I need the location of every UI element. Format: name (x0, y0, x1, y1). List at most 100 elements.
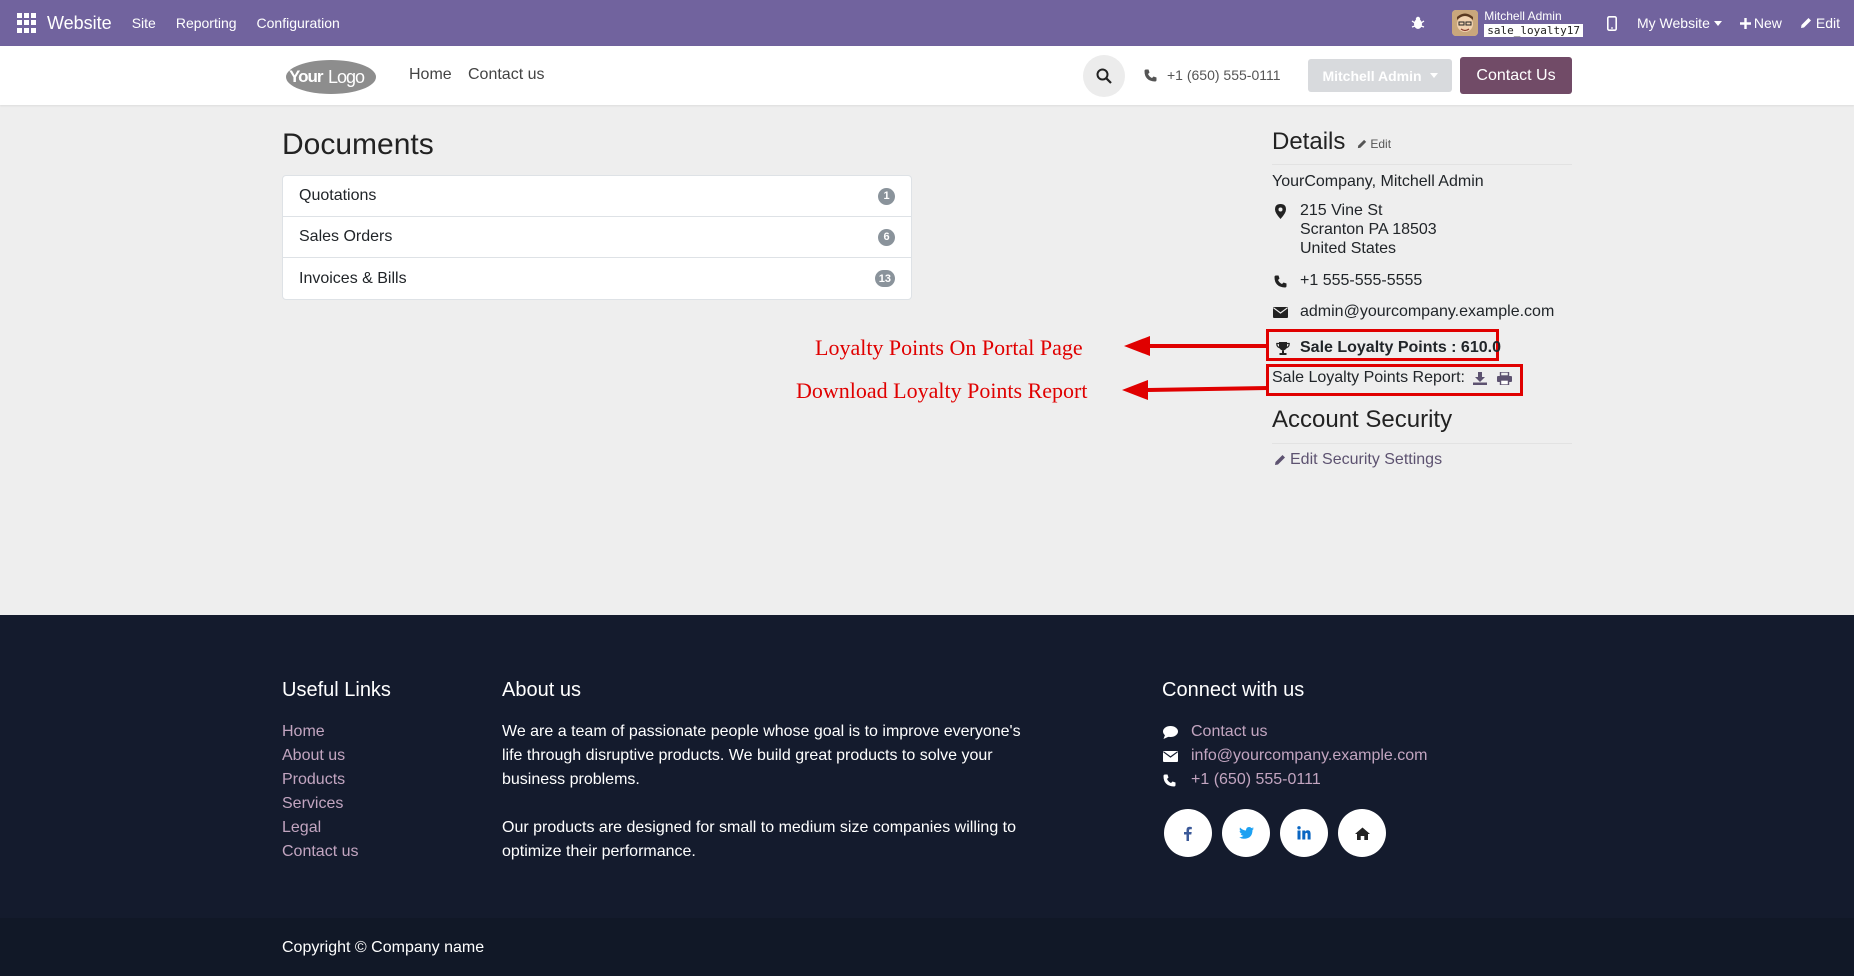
website-header: Your Logo Home Contact us +1 (650) 555-0… (0, 46, 1854, 105)
menu-configuration[interactable]: Configuration (257, 15, 340, 31)
count-badge: 6 (878, 228, 895, 246)
envelope-icon (1163, 750, 1178, 762)
plus-icon (1739, 17, 1751, 29)
details-panel: Details Edit YourCompany, Mitchell Admin… (1272, 128, 1572, 321)
apps-grid-icon[interactable] (17, 13, 37, 33)
about-paragraph-2: Our products are designed for small to m… (502, 819, 1017, 860)
footer-link-home[interactable]: Home (282, 720, 358, 744)
download-icon[interactable] (1473, 371, 1487, 385)
menu-site[interactable]: Site (132, 15, 156, 31)
phone-value: +1 555-555-5555 (1300, 272, 1423, 289)
email-row: admin@yourcompany.example.com (1272, 303, 1572, 321)
connect-contact-link[interactable]: Contact us (1191, 720, 1267, 744)
nav-home[interactable]: Home (409, 66, 452, 84)
details-title: Details (1272, 128, 1346, 155)
count-badge: 1 (878, 187, 895, 205)
about-us-title: About us (502, 679, 581, 701)
pencil-icon (1358, 139, 1367, 149)
documents-row-sales-orders[interactable]: Sales Orders 6 (283, 217, 911, 258)
phone-icon (1274, 275, 1287, 287)
caret-down-icon (1713, 20, 1722, 26)
user-menu[interactable]: Mitchell Admin sale_loyalty17 (1484, 10, 1583, 37)
loyalty-report: Sale Loyalty Points Report: (1272, 369, 1512, 387)
footer-link-contact-us[interactable]: Contact us (282, 840, 358, 864)
home-icon[interactable] (1338, 809, 1386, 857)
address-block: 215 Vine St Scranton PA 18503 United Sta… (1272, 201, 1572, 258)
bug-icon[interactable] (1410, 15, 1426, 31)
useful-links-list: Home About us Products Services Legal Co… (282, 720, 358, 864)
documents-title: Documents (282, 128, 434, 161)
menu-reporting[interactable]: Reporting (176, 15, 237, 31)
annotation-loyalty: Loyalty Points On Portal Page (815, 335, 1083, 360)
about-us-text: We are a team of passionate people whose… (502, 720, 1032, 864)
user-dropdown-button[interactable]: Mitchell Admin (1308, 59, 1452, 92)
phone-icon (1144, 69, 1157, 81)
connect-email-link[interactable]: info@yourcompany.example.com (1191, 744, 1428, 768)
phone-row: +1 555-555-5555 (1272, 272, 1572, 290)
print-icon[interactable] (1497, 371, 1512, 385)
contact-us-button[interactable]: Contact Us (1460, 57, 1572, 94)
documents-row-label: Sales Orders (299, 228, 393, 245)
loyalty-report-label: Sale Loyalty Points Report: (1272, 369, 1465, 386)
envelope-icon (1273, 306, 1288, 318)
connect-phone-link[interactable]: +1 (650) 555-0111 (1191, 768, 1321, 792)
social-links (1164, 809, 1396, 857)
edit-security-settings-link[interactable]: Edit Security Settings (1274, 451, 1442, 469)
website-switcher[interactable]: My Website (1637, 15, 1722, 31)
avatar[interactable] (1452, 10, 1479, 36)
connect-title: Connect with us (1162, 679, 1305, 701)
edit-button[interactable]: Edit (1800, 15, 1840, 31)
copyright-text: Copyright © Company name (282, 939, 485, 956)
loyalty-points-text: Sale Loyalty Points : 610.0 (1300, 339, 1501, 356)
map-marker-icon (1275, 204, 1286, 219)
user-dropdown-label: Mitchell Admin (1322, 67, 1422, 84)
company-name: YourCompany, Mitchell Admin (1272, 173, 1484, 190)
facebook-icon[interactable] (1164, 809, 1212, 857)
documents-row-quotations[interactable]: Quotations 1 (283, 176, 911, 217)
details-edit-link[interactable]: Edit (1357, 137, 1391, 151)
documents-list: Quotations 1 Sales Orders 6 Invoices & B… (282, 175, 912, 300)
header-phone-number: +1 (650) 555-0111 (1167, 67, 1281, 83)
edit-label: Edit (1815, 15, 1840, 31)
logo-text-logo: Logo (328, 67, 365, 87)
documents-row-invoices-bills[interactable]: Invoices & Bills 13 (283, 258, 911, 299)
new-label: New (1753, 15, 1782, 31)
edit-security-settings-label: Edit Security Settings (1290, 451, 1443, 468)
useful-links-title: Useful Links (282, 679, 391, 701)
email-value: admin@yourcompany.example.com (1300, 303, 1555, 320)
footer-link-services[interactable]: Services (282, 792, 358, 816)
footer-link-products[interactable]: Products (282, 768, 358, 792)
annotation-arrow-report (1122, 380, 1269, 400)
connect-phone-row[interactable]: +1 (650) 555-0111 (1163, 768, 1428, 792)
website-switcher-label: My Website (1636, 15, 1710, 31)
search-button[interactable] (1083, 55, 1125, 97)
address-line-3: United States (1300, 240, 1397, 257)
footer-link-about-us[interactable]: About us (282, 744, 358, 768)
database-badge: sale_loyalty17 (1484, 23, 1583, 37)
connect-email-row[interactable]: info@yourcompany.example.com (1163, 744, 1428, 768)
company-logo[interactable]: Your Logo (281, 58, 377, 95)
documents-row-label: Invoices & Bills (299, 269, 407, 287)
annotation-arrow-loyalty (1124, 336, 1268, 356)
new-button[interactable]: New (1739, 15, 1782, 31)
connect-contact-row[interactable]: Contact us (1163, 720, 1428, 744)
account-security-title: Account Security (1272, 406, 1453, 433)
footer-link-legal[interactable]: Legal (282, 816, 358, 840)
annotation-report: Download Loyalty Points Report (796, 378, 1088, 403)
app-brand[interactable]: Website (47, 13, 112, 34)
details-edit-label: Edit (1370, 137, 1392, 151)
mobile-icon[interactable] (1606, 15, 1617, 31)
twitter-icon[interactable] (1222, 809, 1270, 857)
nav-contact-us[interactable]: Contact us (468, 66, 544, 84)
about-paragraph-1: We are a team of passionate people whose… (502, 723, 1021, 788)
header-phone[interactable]: +1 (650) 555-0111 (1144, 67, 1281, 83)
divider (1272, 164, 1572, 165)
pencil-icon (1275, 455, 1285, 465)
pencil-icon (1800, 18, 1811, 28)
linkedin-icon[interactable] (1280, 809, 1328, 857)
copyright-bar: Copyright © Company name (0, 918, 1854, 976)
comment-icon (1163, 725, 1178, 739)
caret-down-icon (1429, 73, 1438, 78)
documents-row-label: Quotations (299, 187, 377, 204)
footer: Useful Links Home About us Products Serv… (0, 615, 1854, 918)
